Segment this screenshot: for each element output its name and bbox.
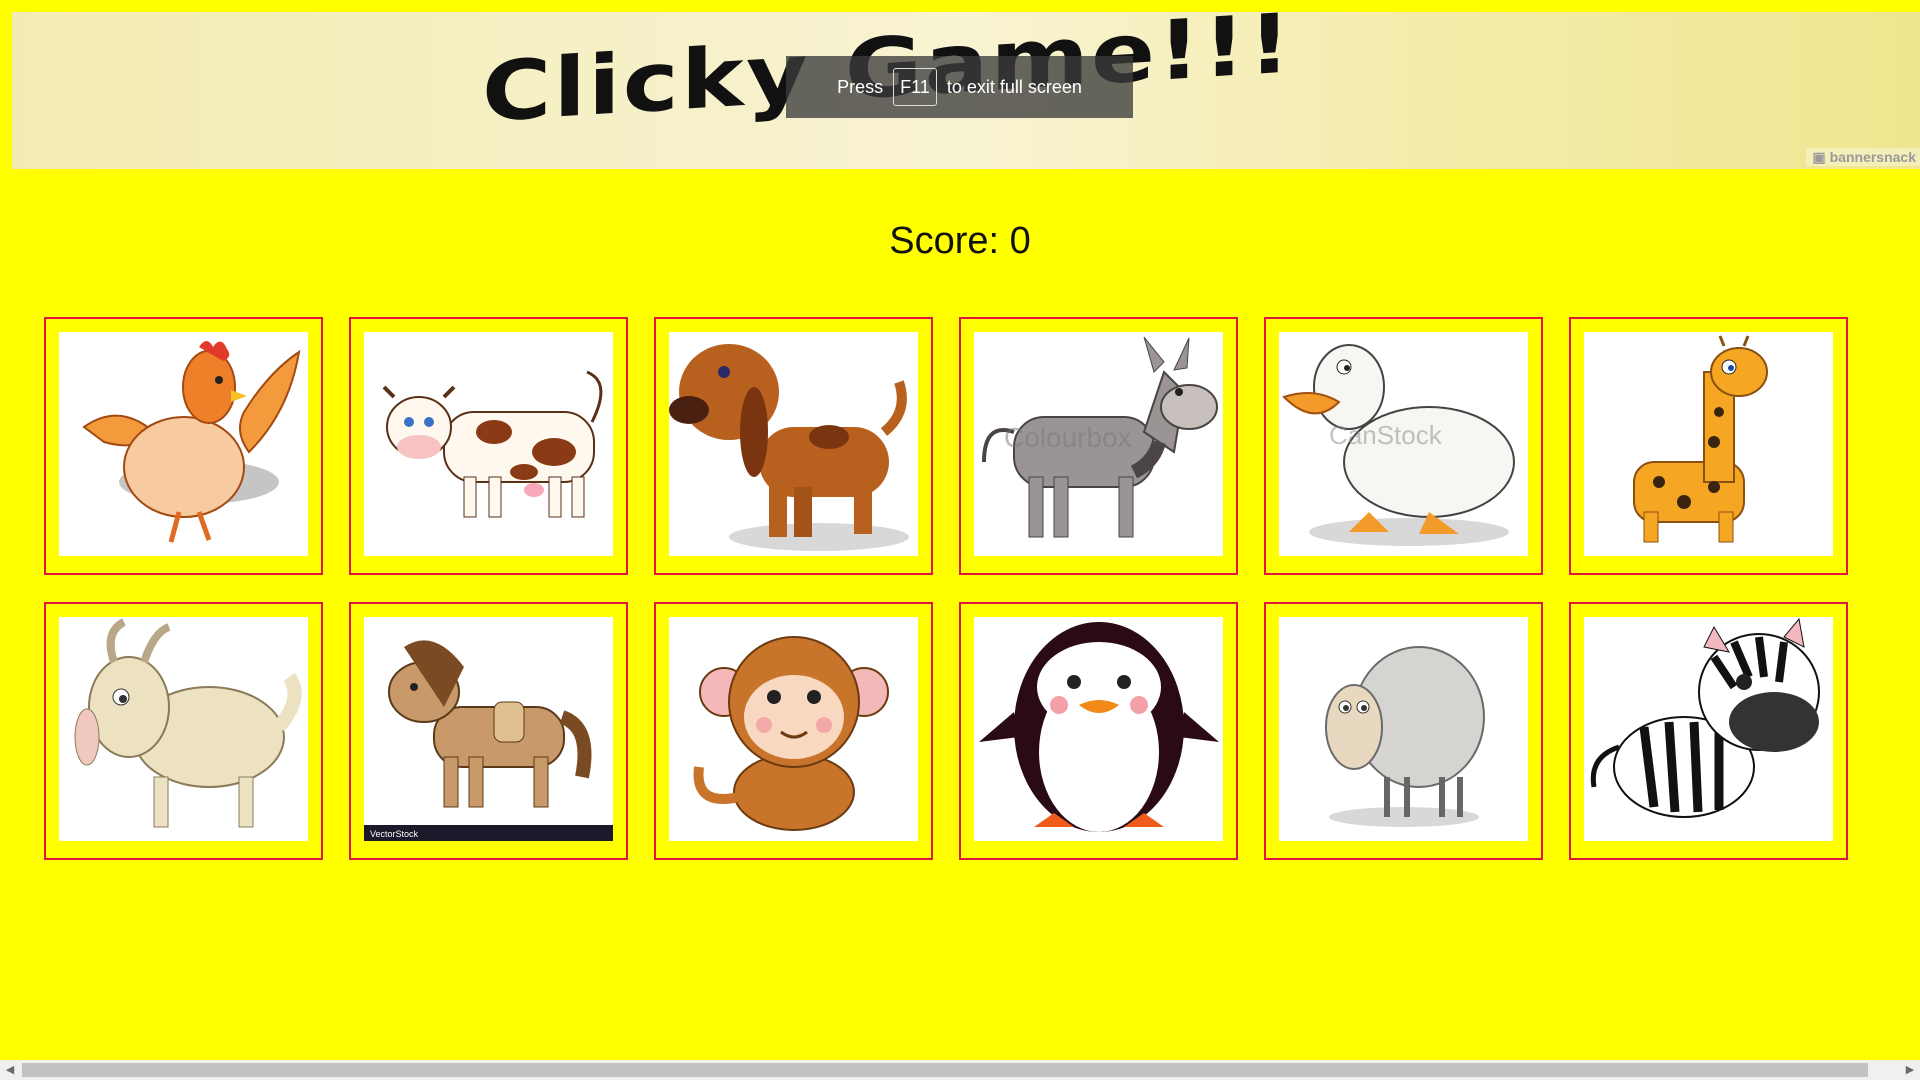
chicken-image xyxy=(59,332,308,556)
horse-watermark: VectorStock xyxy=(370,829,419,839)
penguin-image xyxy=(974,617,1223,841)
banner-brand-label: bannersnack xyxy=(1829,149,1916,165)
fullscreen-notice: Press F11 to exit full screen xyxy=(786,56,1133,118)
dog-image xyxy=(669,332,918,556)
banner-brand: ▣ bannersnack xyxy=(1806,148,1920,166)
card-cow[interactable] xyxy=(349,317,628,575)
goat-image xyxy=(59,617,308,841)
scroll-right-arrow-icon[interactable]: ▶ xyxy=(1900,1060,1920,1080)
duck-image: CanStock xyxy=(1279,332,1528,556)
zebra-image xyxy=(1584,617,1833,841)
horse-image: VectorStock xyxy=(364,617,613,841)
card-duck[interactable]: CanStock xyxy=(1264,317,1543,575)
card-dog[interactable] xyxy=(654,317,933,575)
bannersnack-logo-icon: ▣ xyxy=(1812,149,1826,165)
cow-image xyxy=(364,332,613,556)
card-donkey[interactable]: Colourbox xyxy=(959,317,1238,575)
card-horse[interactable]: VectorStock xyxy=(349,602,628,860)
giraffe-image xyxy=(1584,332,1833,556)
card-zebra[interactable] xyxy=(1569,602,1848,860)
fullscreen-notice-rest: to exit full screen xyxy=(946,76,1082,97)
fullscreen-notice-press: Press xyxy=(837,76,884,97)
duck-watermark: CanStock xyxy=(1329,420,1443,450)
scroll-thumb[interactable] xyxy=(22,1063,1868,1077)
card-monkey[interactable] xyxy=(654,602,933,860)
horizontal-scrollbar[interactable]: ◀ ▶ xyxy=(0,1060,1920,1080)
card-penguin[interactable] xyxy=(959,602,1238,860)
score-display: Score: 0 xyxy=(889,220,1031,262)
fullscreen-notice-key: F11 xyxy=(893,68,937,106)
card-chicken[interactable] xyxy=(44,317,323,575)
donkey-image: Colourbox xyxy=(974,332,1223,556)
sheep-image xyxy=(1279,617,1528,841)
donkey-watermark: Colourbox xyxy=(1004,422,1132,453)
card-sheep[interactable] xyxy=(1264,602,1543,860)
monkey-image xyxy=(669,617,918,841)
card-goat[interactable] xyxy=(44,602,323,860)
scroll-left-arrow-icon[interactable]: ◀ xyxy=(0,1060,20,1080)
card-giraffe[interactable] xyxy=(1569,317,1848,575)
